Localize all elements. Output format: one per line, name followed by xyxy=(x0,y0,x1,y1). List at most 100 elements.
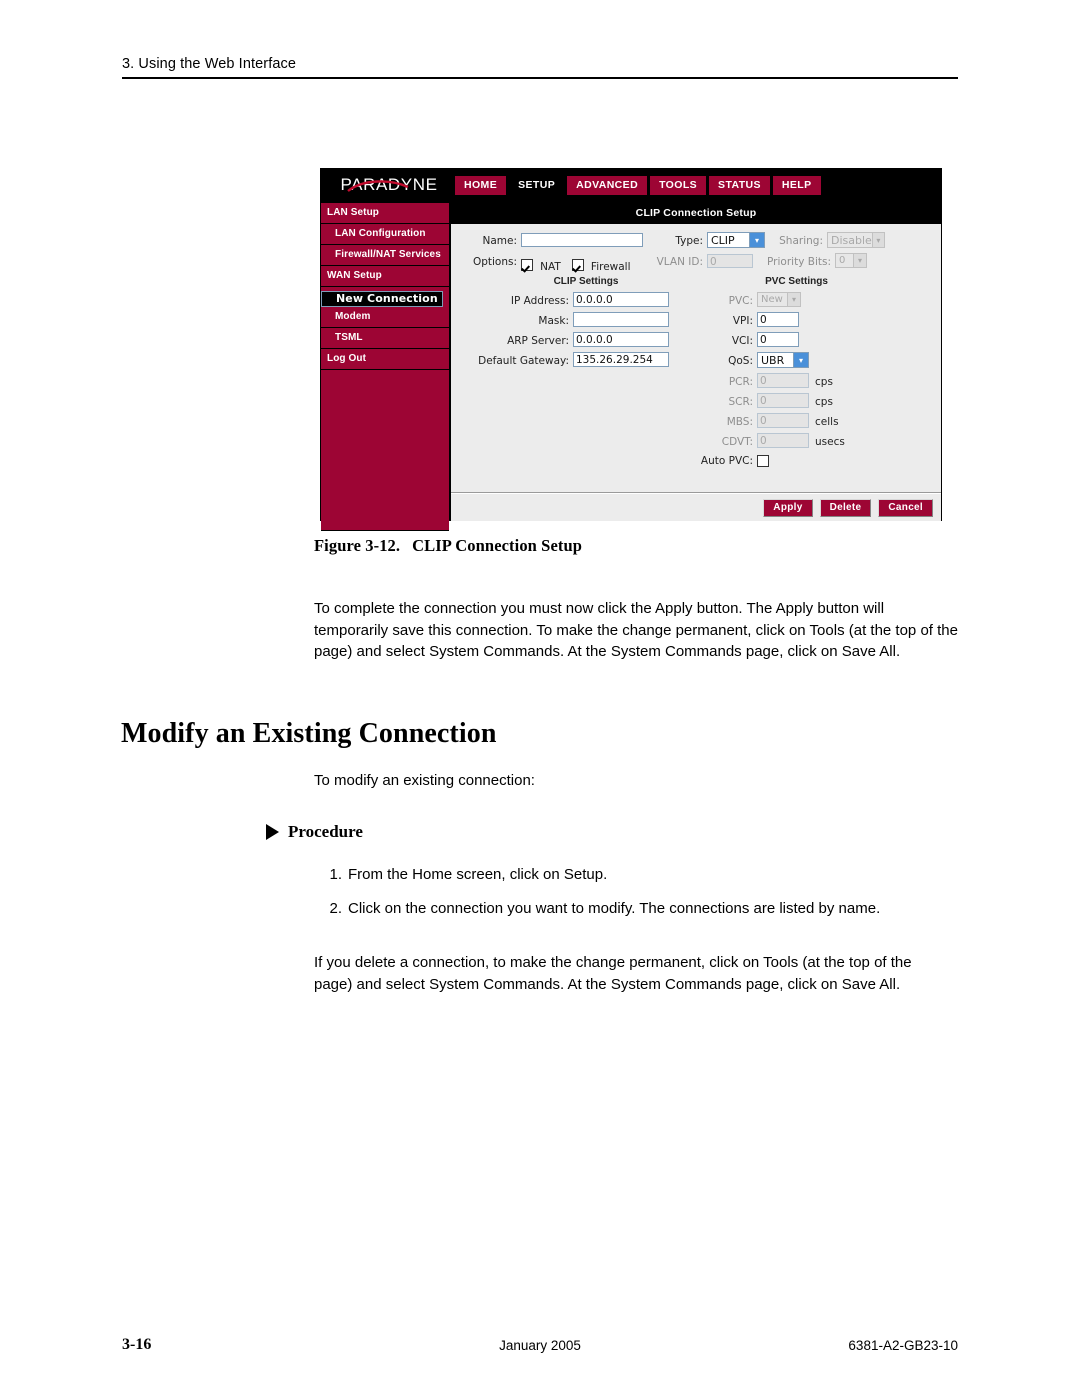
pcr-unit: cps xyxy=(815,376,833,388)
scr-label: SCR: xyxy=(728,396,753,408)
procedure-heading-label: Procedure xyxy=(288,822,363,841)
pvc-row-pvc: PVC: New ▾ xyxy=(699,292,884,312)
sidebar-item-firewall-nat-services[interactable]: Firewall/NAT Services xyxy=(321,245,449,266)
vci-input[interactable]: 0 xyxy=(757,332,799,347)
sidebar-item-lan-configuration[interactable]: LAN Configuration xyxy=(321,224,449,245)
list-item: 1. From the Home screen, click on Setup. xyxy=(320,864,960,886)
sidebar-item-new-connection[interactable]: New Connection xyxy=(321,291,443,307)
ip-address-input[interactable]: 0.0.0.0 xyxy=(573,292,669,307)
clip-settings-group: CLIP Settings IP Address: 0.0.0.0 Mask: … xyxy=(461,276,681,372)
firewall-checkbox[interactable] xyxy=(571,259,584,271)
form-button-bar: Apply Delete Cancel xyxy=(451,493,941,521)
type-label: Type: xyxy=(675,235,703,247)
chevron-down-icon: ▾ xyxy=(787,293,800,306)
figure-caption: Figure 3-12. CLIP Connection Setup xyxy=(314,536,582,556)
pvc-select-value: New xyxy=(761,294,783,305)
page-running-footer: 3-16 January 2005 6381-A2-GB23-10 xyxy=(122,1336,958,1356)
lead-line: To modify an existing connection: xyxy=(314,772,535,789)
list-item-text: Click on the connection you want to modi… xyxy=(348,899,881,917)
arp-server-input[interactable]: 0.0.0.0 xyxy=(573,332,669,347)
vpi-input[interactable]: 0 xyxy=(757,312,799,327)
delete-button[interactable]: Delete xyxy=(819,498,872,517)
default-gateway-input[interactable]: 135.26.29.254 xyxy=(573,352,669,367)
pvc-label: PVC: xyxy=(728,295,753,307)
clip-row-mask: Mask: xyxy=(461,312,681,332)
clip-row-ip-address: IP Address: 0.0.0.0 xyxy=(461,292,681,312)
chevron-down-icon: ▾ xyxy=(853,254,866,267)
vlan-id-input[interactable]: 0 xyxy=(707,254,753,268)
auto-pvc-checkbox[interactable] xyxy=(757,455,769,467)
mask-input[interactable] xyxy=(573,312,669,327)
sidebar-item-lan-setup[interactable]: LAN Setup xyxy=(321,203,449,224)
webui-nav: HOME SETUP ADVANCED TOOLS STATUS HELP xyxy=(453,175,821,195)
paradyne-logo-text: PARADYNE xyxy=(340,175,438,194)
cancel-button[interactable]: Cancel xyxy=(878,498,933,517)
sharing-label: Sharing: xyxy=(779,235,823,247)
nav-status[interactable]: STATUS xyxy=(709,175,770,195)
type-select[interactable]: CLIP ▾ xyxy=(707,232,765,248)
nav-tools[interactable]: TOOLS xyxy=(650,175,707,195)
pvc-row-pcr: PCR: 0 cps xyxy=(699,373,884,393)
figure-caption-title: CLIP Connection Setup xyxy=(412,536,583,555)
nat-checkbox[interactable] xyxy=(521,259,533,271)
sidebar-item-modem[interactable]: Modem xyxy=(321,307,449,328)
figure-caption-number: Figure 3-12. xyxy=(314,536,401,555)
cdvt-label: CDVT: xyxy=(721,436,753,448)
webui-top-bar: PARADYNE HOME SETUP ADVANCED TOOLS STATU… xyxy=(321,169,941,201)
pvc-row-scr: SCR: 0 cps xyxy=(699,393,884,413)
sidebar-item-log-out[interactable]: Log Out xyxy=(321,349,449,370)
apply-button[interactable]: Apply xyxy=(763,498,813,517)
pvc-settings-heading: PVC Settings xyxy=(765,276,828,287)
router-web-ui: PARADYNE HOME SETUP ADVANCED TOOLS STATU… xyxy=(320,168,942,531)
priority-bits-select[interactable]: 0 ▾ xyxy=(835,253,867,268)
name-label: Name: xyxy=(482,235,517,247)
name-input[interactable] xyxy=(521,233,643,247)
sidebar-item-tsml[interactable]: TSML xyxy=(321,328,449,349)
chevron-down-icon: ▾ xyxy=(749,233,764,247)
scr-input[interactable]: 0 xyxy=(757,393,809,408)
pcr-input[interactable]: 0 xyxy=(757,373,809,388)
section-heading-modify-existing-connection: Modify an Existing Connection xyxy=(121,718,497,749)
nav-help[interactable]: HELP xyxy=(772,175,821,195)
procedure-steps-list: 1. From the Home screen, click on Setup.… xyxy=(320,864,960,931)
auto-pvc-label: Auto PVC: xyxy=(700,455,753,467)
cdvt-input[interactable]: 0 xyxy=(757,433,809,448)
qos-select[interactable]: UBR ▾ xyxy=(757,352,809,368)
nav-advanced[interactable]: ADVANCED xyxy=(567,175,648,195)
nav-home[interactable]: HOME xyxy=(455,175,507,195)
paragraph-delete-instructions: If you delete a connection, to make the … xyxy=(314,954,912,993)
procedure-heading: Procedure xyxy=(266,822,363,842)
priority-bits-label: Priority Bits: xyxy=(767,256,831,268)
pvc-row-auto-pvc: Auto PVC: xyxy=(699,453,884,471)
nav-setup[interactable]: SETUP xyxy=(509,175,565,195)
cdvt-unit: usecs xyxy=(815,436,845,448)
options-checkbox-group: NAT Firewall xyxy=(521,255,631,274)
triangle-marker-icon xyxy=(266,824,279,840)
mask-label: Mask: xyxy=(538,315,569,327)
sharing-select[interactable]: Disable ▾ xyxy=(827,232,885,248)
page-running-header: 3. Using the Web Interface xyxy=(122,56,958,79)
paradyne-logo: PARADYNE xyxy=(321,175,453,195)
connection-top-fields: Name: Type: CLIP ▾ Sharing: Disable ▾ Op xyxy=(461,232,931,274)
webui-sidebar: LAN Setup LAN Configuration Firewall/NAT… xyxy=(321,201,449,531)
default-gateway-label: Default Gateway: xyxy=(478,355,569,367)
footer-document-number: 6381-A2-GB23-10 xyxy=(848,1338,958,1353)
sidebar-item-wan-setup[interactable]: WAN Setup xyxy=(321,266,449,287)
arp-server-label: ARP Server: xyxy=(507,335,569,347)
header-rule xyxy=(122,77,958,79)
clip-row-default-gateway: Default Gateway: 135.26.29.254 xyxy=(461,352,681,372)
vci-label: VCI: xyxy=(731,335,753,347)
list-item: 2. Click on the connection you want to m… xyxy=(320,898,960,920)
qos-select-value: UBR xyxy=(761,353,785,367)
pvc-select[interactable]: New ▾ xyxy=(757,292,801,307)
pvc-row-cdvt: CDVT: 0 usecs xyxy=(699,433,884,453)
clip-row-arp-server: ARP Server: 0.0.0.0 xyxy=(461,332,681,352)
list-item-text: From the Home screen, click on Setup. xyxy=(348,866,608,883)
vpi-label: VPI: xyxy=(732,315,753,327)
pcr-label: PCR: xyxy=(728,376,753,388)
figure-3-12-image: PARADYNE HOME SETUP ADVANCED TOOLS STATU… xyxy=(320,168,942,531)
mbs-label: MBS: xyxy=(726,416,753,428)
mbs-unit: cells xyxy=(815,416,839,428)
panel-title: CLIP Connection Setup xyxy=(451,203,941,224)
mbs-input[interactable]: 0 xyxy=(757,413,809,428)
